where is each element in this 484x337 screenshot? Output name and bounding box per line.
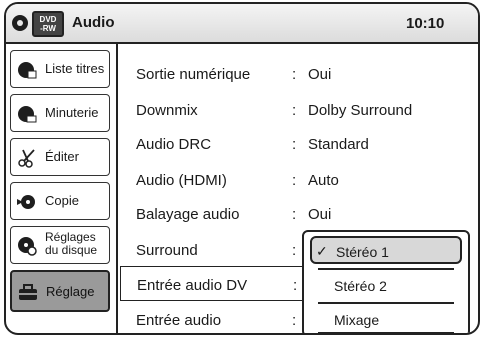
option-label: Stéréo 2	[334, 278, 387, 294]
setting-name: Audio DRC	[136, 136, 212, 153]
option-stereo-2[interactable]: Stéréo 2	[310, 272, 462, 300]
setting-name: Surround	[136, 242, 198, 259]
sidebar-item-minuterie[interactable]: Minuterie	[10, 94, 110, 132]
copy-icon	[17, 195, 35, 209]
setting-colon: :	[292, 242, 297, 259]
label-line2: du disque	[45, 243, 98, 257]
scissors-icon	[18, 149, 35, 168]
list-icon	[18, 62, 37, 79]
badge-line2: -RW	[40, 24, 56, 33]
setting-value: Standard	[308, 136, 369, 153]
setting-colon: :	[292, 172, 297, 189]
sidebar-item-copie[interactable]: Copie	[10, 182, 110, 220]
setting-colon: :	[292, 136, 297, 153]
setting-row-audio-hdmi[interactable]: Audio (HDMI) : Auto	[118, 162, 478, 197]
setting-value: Oui	[308, 206, 332, 223]
setting-row-sortie-numerique[interactable]: Sortie numérique : Oui	[118, 56, 478, 91]
disc-icon	[12, 15, 28, 31]
option-label: Stéréo 1	[336, 244, 389, 260]
option-mixage[interactable]: Mixage	[310, 306, 462, 333]
option-label: Mixage	[334, 312, 380, 328]
sidebar-item-label: Minuterie	[45, 105, 99, 120]
sidebar-item-label: Réglages du disque	[45, 231, 97, 257]
option-stereo-1[interactable]: ✓ Stéréo 1	[310, 236, 462, 264]
setting-value: Auto	[308, 172, 339, 189]
setting-name: Audio (HDMI)	[136, 172, 227, 189]
setting-colon: :	[292, 102, 297, 119]
label-line1: Réglages	[45, 230, 96, 244]
setting-value: Dolby Surround	[308, 102, 413, 119]
toolbox-icon	[19, 284, 37, 300]
sidebar-item-label: Éditer	[45, 149, 79, 164]
setting-colon: :	[292, 66, 297, 83]
dvd-menu-screen: DVD -RW Audio 10:10 Liste titres Minuter…	[4, 2, 480, 335]
setting-colon: :	[292, 206, 297, 223]
sidebar-item-label: Liste titres	[45, 61, 105, 76]
sidebar-item-label: Copie	[45, 193, 79, 208]
check-icon: ✓	[316, 243, 328, 259]
page-title: Audio	[72, 14, 115, 31]
setting-name: Entrée audio	[136, 312, 222, 329]
setting-value: Oui	[308, 66, 332, 83]
setting-colon: :	[292, 312, 297, 329]
setting-row-downmix[interactable]: Downmix : Dolby Surround	[118, 92, 478, 127]
setting-name: Balayage audio	[136, 206, 240, 223]
setting-name: Entrée audio DV	[137, 277, 248, 294]
setting-row-balayage-audio[interactable]: Balayage audio : Oui	[118, 196, 478, 231]
dvd-rw-badge: DVD -RW	[32, 11, 64, 37]
clock: 10:10	[406, 15, 445, 32]
sidebar-item-reglage[interactable]: Réglage	[10, 270, 110, 312]
setting-colon: :	[293, 277, 298, 294]
setting-row-audio-drc[interactable]: Audio DRC : Standard	[118, 126, 478, 161]
header-bar: DVD -RW Audio 10:10	[6, 4, 478, 44]
badge-line1: DVD	[39, 15, 57, 24]
timer-icon	[18, 106, 37, 123]
option-divider	[318, 268, 454, 270]
sidebar-item-reglages-disque[interactable]: Réglages du disque	[10, 226, 110, 264]
sidebar-item-liste-titres[interactable]: Liste titres	[10, 50, 110, 88]
setting-name: Sortie numérique	[136, 66, 251, 83]
disc-settings-icon	[18, 237, 37, 256]
sidebar-item-label: Réglage	[46, 284, 95, 299]
setting-name: Downmix	[136, 102, 198, 119]
option-divider	[318, 332, 454, 333]
sidebar: Liste titres Minuterie Éditer Copie Régl…	[6, 44, 113, 333]
sidebar-item-editer[interactable]: Éditer	[10, 138, 110, 176]
option-divider	[318, 302, 454, 304]
option-dropdown: ✓ Stéréo 1 Stéréo 2 Mixage	[302, 230, 470, 333]
